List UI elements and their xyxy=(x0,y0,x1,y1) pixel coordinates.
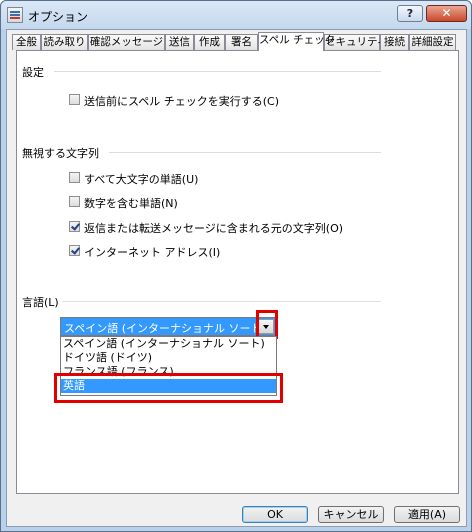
ignore-internet-address-label: インターネット アドレス(I) xyxy=(84,246,221,259)
tab-spelling[interactable]: スペル チェック xyxy=(258,32,335,51)
check-before-send-checkbox[interactable] xyxy=(69,94,80,105)
tab-send[interactable]: 送信 xyxy=(165,34,194,50)
options-dialog: オプション ? ✕ 全般 読み取り 確認メッセージ 送信 作成 署名 スペル チ… xyxy=(0,0,472,532)
dialog-body: 全般 読み取り 確認メッセージ 送信 作成 署名 スペル チェック セキュリティ… xyxy=(6,29,467,527)
spelling-panel: 設定 送信前にスペル チェックを実行する(C) 無視する文字列 すべて大文字の単… xyxy=(16,50,459,494)
ignore-original-text-checkbox[interactable] xyxy=(69,221,80,232)
close-button[interactable]: ✕ xyxy=(426,5,467,22)
annotation-highlight-english xyxy=(54,373,283,403)
language-select[interactable]: スペイン語 (インターナショナル ソート) xyxy=(60,317,277,336)
language-select-value: スペイン語 (インターナショナル ソート) xyxy=(64,322,266,335)
ignore-internet-address-checkbox[interactable] xyxy=(69,245,80,256)
tab-receipts[interactable]: 確認メッセージ xyxy=(88,34,165,50)
ignore-uppercase-checkbox[interactable] xyxy=(69,172,80,183)
ignore-divider xyxy=(109,152,381,153)
help-button[interactable]: ? xyxy=(397,5,423,22)
window-title: オプション xyxy=(28,10,89,24)
settings-header: 設定 xyxy=(22,66,44,79)
settings-divider xyxy=(54,71,381,72)
app-icon xyxy=(7,7,23,23)
tab-compose[interactable]: 作成 xyxy=(194,34,225,50)
annotation-highlight-arrow xyxy=(256,310,278,339)
ignore-header: 無視する文字列 xyxy=(22,147,99,160)
cancel-button[interactable]: キャンセル xyxy=(318,506,384,523)
apply-button[interactable]: 適用(A) xyxy=(394,506,460,523)
tab-read[interactable]: 読み取り xyxy=(41,34,88,50)
tab-connection[interactable]: 接続 xyxy=(380,34,409,50)
ignore-numbers-checkbox[interactable] xyxy=(69,196,80,207)
ignore-original-text-label: 返信または転送メッセージに含まれる元の文字列(O) xyxy=(84,222,344,235)
tab-signatures[interactable]: 署名 xyxy=(225,34,258,50)
check-before-send-label: 送信前にスペル チェックを実行する(C) xyxy=(84,95,279,108)
title-bar[interactable]: オプション ? ✕ xyxy=(1,1,471,29)
ignore-uppercase-label: すべて大文字の単語(U) xyxy=(84,173,199,186)
tab-general[interactable]: 全般 xyxy=(12,34,41,50)
ok-button[interactable]: OK xyxy=(242,506,308,523)
tab-advanced[interactable]: 詳細設定 xyxy=(409,34,456,50)
ignore-numbers-label: 数字を含む単語(N) xyxy=(84,197,178,210)
language-option[interactable]: スペイン語 (インターナショナル ソート) xyxy=(61,337,276,351)
language-header: 言語(L) xyxy=(22,296,59,309)
language-option[interactable]: ドイツ語 (ドイツ) xyxy=(61,351,276,365)
language-divider xyxy=(62,301,381,302)
